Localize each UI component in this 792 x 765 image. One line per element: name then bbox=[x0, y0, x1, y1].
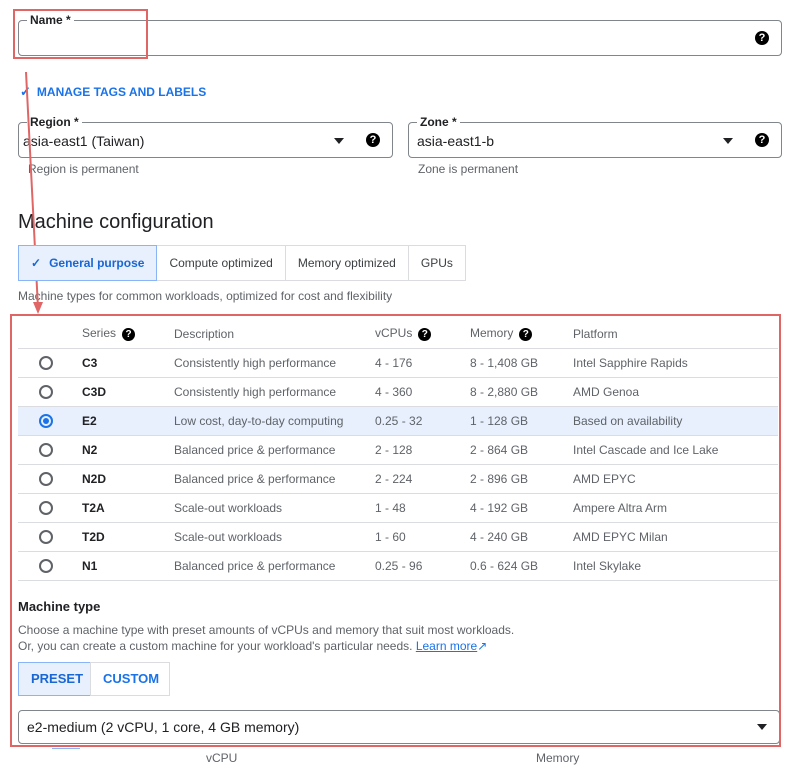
region-value: asia-east1 (Taiwan) bbox=[23, 133, 145, 149]
manage-tags-label: MANAGE TAGS AND LABELS bbox=[36, 85, 207, 99]
annotation-arrow-head bbox=[33, 302, 43, 314]
chevron-down-icon: ✓ bbox=[20, 84, 31, 99]
footer-vcpu-label: vCPU bbox=[206, 751, 238, 765]
help-icon[interactable]: ? bbox=[366, 133, 380, 147]
dropdown-caret-icon bbox=[334, 138, 344, 144]
tab-compute-optimized[interactable]: Compute optimized bbox=[156, 245, 286, 281]
check-icon: ✓ bbox=[31, 256, 42, 270]
zone-label: Zone * bbox=[417, 115, 460, 129]
region-select[interactable]: Region * asia-east1 (Taiwan) ? bbox=[18, 115, 393, 158]
tab-label: Memory optimized bbox=[297, 256, 396, 270]
manage-tags-link[interactable]: ✓ MANAGE TAGS AND LABELS bbox=[20, 84, 206, 100]
zone-value: asia-east1-b bbox=[417, 133, 495, 149]
tab-memory-optimized[interactable]: Memory optimized bbox=[284, 245, 409, 281]
annotation-name-box bbox=[13, 9, 148, 59]
section-title: Machine configuration bbox=[18, 211, 214, 233]
help-icon[interactable]: ? bbox=[755, 31, 769, 45]
footer-memory-label: Memory bbox=[536, 751, 580, 765]
tab-label: GPUs bbox=[420, 256, 453, 270]
dropdown-caret-icon bbox=[723, 138, 733, 144]
region-hint: Region is permanent bbox=[28, 162, 139, 176]
machine-family-tabs: ✓ General purpose Compute optimized Memor… bbox=[18, 245, 466, 281]
tab-gpus[interactable]: GPUs bbox=[407, 245, 466, 281]
tab-label: General purpose bbox=[49, 256, 145, 270]
annotation-table-box bbox=[10, 314, 781, 747]
zone-hint: Zone is permanent bbox=[418, 162, 519, 176]
machine-family-description: Machine types for common workloads, opti… bbox=[18, 289, 393, 303]
partial-chevron-icon bbox=[52, 748, 80, 759]
zone-select[interactable]: Zone * asia-east1-b ? bbox=[408, 115, 782, 158]
tab-general-purpose[interactable]: ✓ General purpose bbox=[18, 245, 158, 281]
tab-label: Compute optimized bbox=[169, 256, 273, 270]
region-label: Region * bbox=[27, 115, 82, 129]
help-icon[interactable]: ? bbox=[755, 133, 769, 147]
